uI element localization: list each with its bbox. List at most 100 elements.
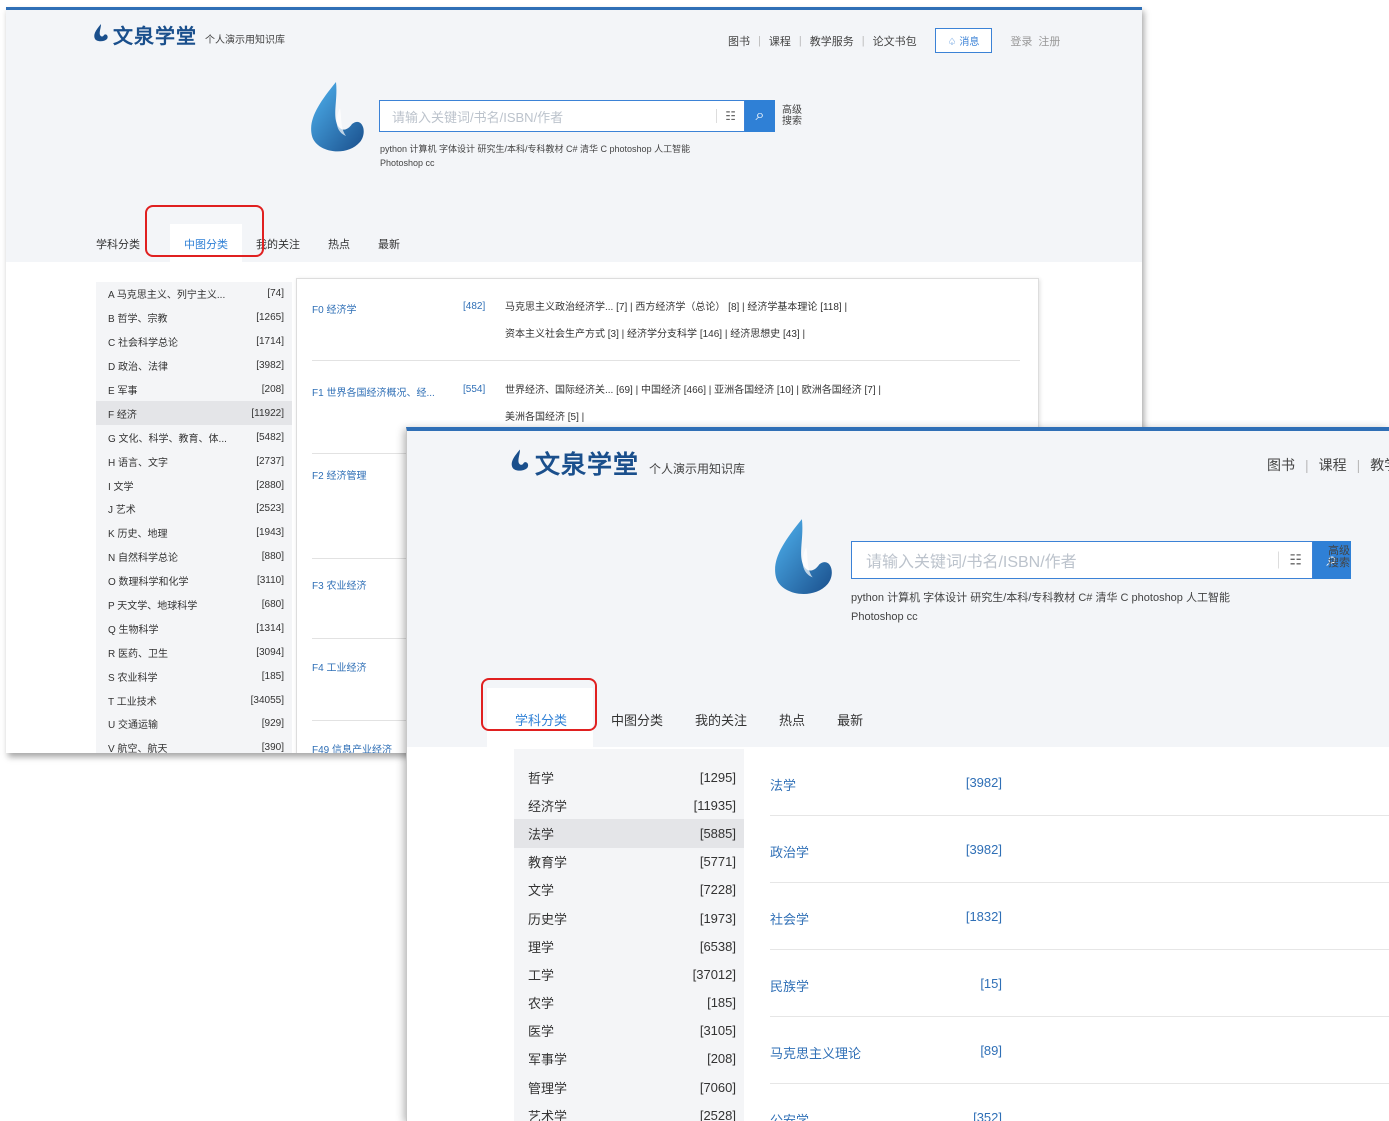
sidebar-item[interactable]: 农学 [185] (514, 989, 744, 1017)
sidebar-item-label: B 哲学、宗教 (108, 314, 168, 326)
hot-keywords[interactable]: python 计算机 字体设计 研究生/本科/专科教材 C# 清华 C phot… (380, 142, 740, 171)
sidebar-item-label: V 航空、航天 (108, 744, 168, 753)
advanced-search-link[interactable]: 高级 搜索 (782, 105, 802, 127)
sidebar-item-count: [390] (261, 742, 284, 753)
subject-row: 政治学 [3982] (770, 816, 1389, 883)
sidebar-item[interactable]: A 马克思主义、列宁主义... [74] (96, 282, 292, 306)
sidebar-item[interactable]: E 军事 [208] (96, 378, 292, 402)
tab-hot[interactable]: 热点 (779, 710, 827, 747)
sidebar-item[interactable]: 管理学 [7060] (514, 1073, 744, 1101)
clc-category-title[interactable]: F0 经济学 (312, 301, 356, 316)
nav-separator: | (861, 34, 865, 47)
sidebar-item[interactable]: 理学 [6538] (514, 932, 744, 960)
sidebar-item[interactable]: I 文学 [2880] (96, 473, 292, 497)
nav-services[interactable]: 教学服务 (810, 33, 854, 49)
clc-category-title[interactable]: F49 信息产业经济 (312, 741, 392, 753)
sidebar-item[interactable]: 教育学 [5771] (514, 848, 744, 876)
subject-name[interactable]: 民族学 (770, 976, 809, 995)
sidebar-item[interactable]: O 数理科学和化学 [3110] (96, 569, 292, 593)
sidebar-item-label: N 自然科学总论 (108, 553, 178, 565)
subject-name[interactable]: 政治学 (770, 842, 809, 861)
sidebar-item[interactable]: T 工业技术 [34055] (96, 688, 292, 712)
sidebar-item[interactable]: 工学 [37012] (514, 960, 744, 988)
nav-thesis[interactable]: 论文书包 (873, 33, 917, 49)
sidebar-item-label: S 农业科学 (108, 672, 158, 684)
sidebar-item-count: [3982] (256, 360, 284, 372)
sidebar-item[interactable]: J 艺术 [2523] (96, 497, 292, 521)
tab-newest[interactable]: 最新 (378, 236, 414, 262)
clc-category-title[interactable]: F3 农业经济 (312, 577, 366, 592)
tab-follow[interactable]: 我的关注 (256, 236, 314, 262)
sidebar-item[interactable]: 文学 [7228] (514, 876, 744, 904)
sidebar-item[interactable]: H 语言、文字 [2737] (96, 449, 292, 473)
sidebar-item[interactable]: D 政治、法律 [3982] (96, 354, 292, 378)
sidebar-item-count: [74] (267, 288, 284, 300)
login-link[interactable]: 登录 (1010, 33, 1032, 49)
sidebar-item[interactable]: Q 生物科学 [1314] (96, 616, 292, 640)
nav-books[interactable]: 图书 (1267, 455, 1295, 475)
sidebar-item[interactable]: U 交通运输 [929] (96, 712, 292, 736)
tab-clc[interactable]: 中图分类 (611, 710, 685, 747)
sidebar-item[interactable]: 历史学 [1973] (514, 904, 744, 932)
sidebar-item[interactable]: B 哲学、宗教 [1265] (96, 306, 292, 330)
clc-subcategories[interactable]: 世界经济、国际经济关... [69] | 中国经济 [466] | 亚洲各国经济… (505, 377, 1015, 431)
search-button[interactable]: ⌕ (745, 100, 775, 132)
sidebar-item-count: [1943] (256, 527, 284, 539)
message-button[interactable]: ♤ 消息 (934, 28, 993, 53)
sidebar-item-count: [185] (707, 995, 736, 1011)
sidebar-item-count: [11922] (251, 407, 284, 419)
sidebar-item-count: [3110] (256, 575, 284, 587)
sidebar-item[interactable]: P 天文学、地球科学 [680] (96, 593, 292, 617)
highlight-box-clc-tab (145, 205, 264, 257)
sidebar-item-count: [1265] (256, 312, 284, 324)
brand[interactable]: 文泉学堂 个人演示用知识库 (509, 445, 745, 481)
sidebar-item-count: [208] (261, 384, 284, 395)
sidebar-item[interactable]: C 社会科学总论 [1714] (96, 330, 292, 354)
sidebar-item[interactable]: 经济学 [11935] (514, 791, 744, 819)
sidebar-item[interactable]: K 历史、地理 [1943] (96, 521, 292, 545)
clc-category-title[interactable]: F2 经济管理 (312, 467, 366, 482)
sidebar-item[interactable]: 医学 [3105] (514, 1017, 744, 1045)
sidebar-item-count: [5885] (699, 825, 736, 841)
sidebar-item[interactable]: 法学 [5885] (514, 819, 744, 848)
search-input[interactable]: 请输入关键词/书名/ISBN/作者 ☷ (379, 100, 745, 132)
nav-courses[interactable]: 课程 (769, 33, 791, 49)
sidebar-item[interactable]: S 农业科学 [185] (96, 664, 292, 688)
brand[interactable]: 文泉学堂 个人演示用知识库 (92, 20, 285, 49)
sidebar-item[interactable]: 军事学 [208] (514, 1045, 744, 1073)
subject-count: [3982] (965, 842, 1002, 857)
nav-books[interactable]: 图书 (728, 33, 750, 49)
tab-newest[interactable]: 最新 (837, 710, 885, 747)
subject-name[interactable]: 法学 (770, 775, 796, 794)
clc-subcategories[interactable]: 马克思主义政治经济学... [7] | 西方经济学（总论） [8] | 经济学基… (505, 294, 1015, 348)
clc-category-title[interactable]: F4 工业经济 (312, 659, 366, 674)
tab-follow[interactable]: 我的关注 (695, 710, 769, 747)
search-placeholder: 请输入关键词/书名/ISBN/作者 (866, 554, 1077, 571)
search-input[interactable]: 请输入关键词/书名/ISBN/作者 ☷ (851, 541, 1313, 579)
nav-courses[interactable]: 课程 (1319, 455, 1347, 475)
subject-name[interactable]: 公安学 (770, 1110, 809, 1121)
brand-slogan: 个人演示用知识库 (649, 462, 746, 476)
sidebar-item-count: [880] (261, 551, 284, 563)
sidebar-item[interactable]: N 自然科学总论 [880] (96, 545, 292, 569)
sidebar-item[interactable]: 哲学 [1295] (514, 763, 744, 791)
list-search-icon[interactable]: ☷ (716, 109, 736, 123)
sidebar-item-count: [929] (261, 718, 284, 730)
subject-name[interactable]: 社会学 (770, 909, 809, 928)
sidebar-item-label: 法学 (528, 826, 555, 842)
sidebar-item[interactable]: F 经济 [11922] (96, 401, 292, 426)
hot-keywords[interactable]: python 计算机 字体设计 研究生/本科/专科教材 C# 清华 C phot… (851, 589, 1291, 628)
subject-name[interactable]: 马克思主义理论 (770, 1043, 861, 1062)
tab-hot[interactable]: 热点 (328, 236, 364, 262)
sidebar-item[interactable]: R 医药、卫生 [3094] (96, 640, 292, 664)
clc-category-title[interactable]: F1 世界各国经济概况、经... (312, 384, 435, 399)
flame-logo-icon (769, 517, 837, 599)
sidebar-item[interactable]: V 航空、航天 [390] (96, 736, 292, 753)
nav-services[interactable]: 教学服务 (1370, 455, 1389, 475)
sidebar-item[interactable]: G 文化、科学、教育、体... [5482] (96, 425, 292, 449)
sidebar-item[interactable]: 艺术学 [2528] (514, 1101, 744, 1121)
magnifier-icon: ⌕ (755, 107, 765, 124)
list-search-icon[interactable]: ☷ (1278, 551, 1302, 569)
register-link[interactable]: 注册 (1038, 33, 1060, 49)
advanced-search-link[interactable]: 高级 搜索 (1328, 545, 1350, 569)
